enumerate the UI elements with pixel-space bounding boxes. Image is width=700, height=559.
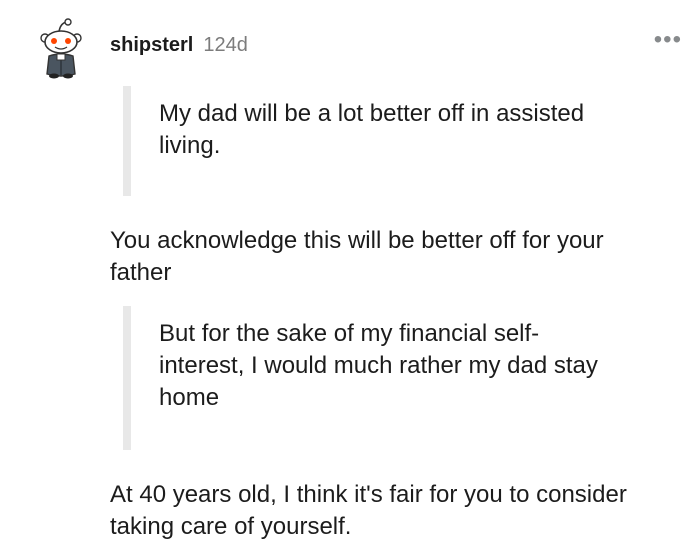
quote-text-2: But for the sake of my financial self-in…	[159, 320, 598, 411]
comment-paragraph-1: You acknowledge this will be better off …	[110, 227, 604, 286]
user-avatar[interactable]	[30, 18, 92, 80]
comment-age: 124d	[203, 34, 248, 56]
quote-text-1: My dad will be a lot better off in assis…	[159, 100, 585, 159]
more-options-icon[interactable]: •••	[654, 28, 682, 52]
comment-header: shipsterl 124d	[110, 34, 248, 57]
username-link[interactable]: shipsterl	[110, 34, 193, 57]
snoo-avatar-icon	[40, 18, 82, 79]
comment-paragraph-2: At 40 years old, I think it's fair for y…	[110, 481, 627, 540]
blockquote-2: But for the sake of my financial self-in…	[123, 306, 623, 450]
blockquote-1: My dad will be a lot better off in assis…	[123, 86, 623, 196]
comment: shipsterl 124d ••• My dad will be a lot …	[0, 0, 700, 559]
